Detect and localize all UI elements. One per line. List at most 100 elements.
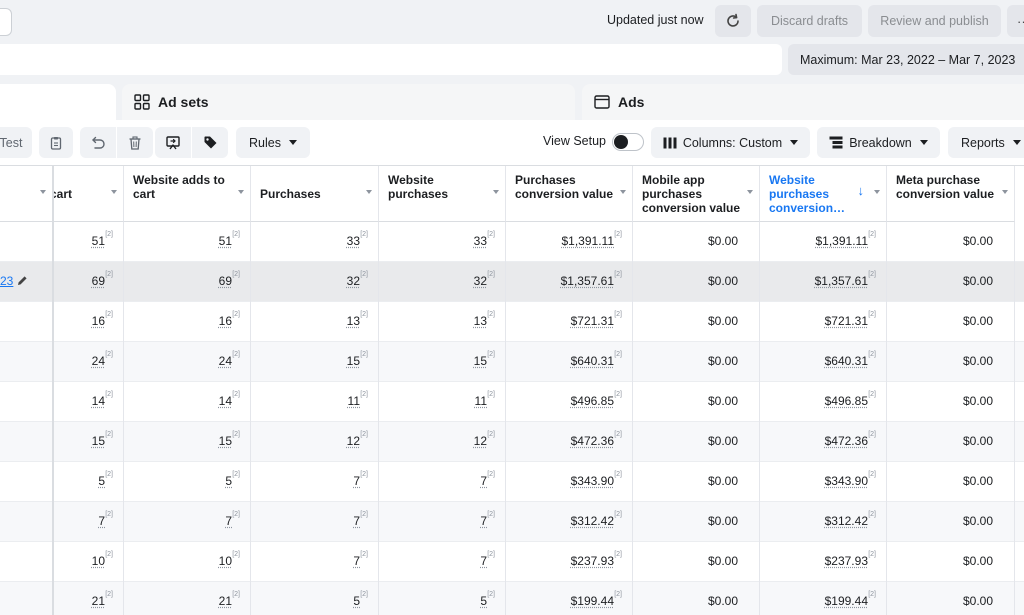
column-header-name[interactable] [0, 166, 54, 222]
table-row[interactable]: 15 [2] 15 [2] 12 [2] 12 [2] $472.36 [2] $0.00 $472.… [0, 422, 1024, 462]
footnote-marker[interactable]: [2] [360, 471, 368, 478]
row-name-cell[interactable] [0, 382, 54, 422]
footnote-marker[interactable]: [2] [105, 311, 113, 318]
chevron-down-icon[interactable] [874, 190, 880, 194]
footnote-marker[interactable]: [2] [232, 551, 240, 558]
row-name-cell[interactable] [0, 302, 54, 342]
footnote-marker[interactable]: [2] [360, 391, 368, 398]
table-row[interactable]: 7 [2] 7 [2] 7 [2] 7 [2] $312.42 [2] $0.00 $312.42 [2… [0, 502, 1024, 542]
footnote-marker[interactable]: [2] [868, 511, 876, 518]
footnote-marker[interactable]: [2] [487, 471, 495, 478]
reports-dropdown[interactable]: Reports [948, 127, 1024, 158]
chevron-down-icon[interactable] [111, 190, 117, 194]
footnote-marker[interactable]: [2] [105, 271, 113, 278]
footnote-marker[interactable]: [2] [105, 351, 113, 358]
footnote-marker[interactable]: [2] [614, 551, 622, 558]
footnote-marker[interactable]: [2] [360, 551, 368, 558]
footnote-marker[interactable]: [2] [360, 271, 368, 278]
table-row[interactable]: 10 [2] 10 [2] 7 [2] 7 [2] $237.93 [2] $0.00 $237.93… [0, 542, 1024, 582]
footnote-marker[interactable]: [2] [868, 351, 876, 358]
chevron-down-icon[interactable] [493, 190, 499, 194]
footnote-marker[interactable]: [2] [614, 311, 622, 318]
table-row[interactable]: 21 [2] 21 [2] 5 [2] 5 [2] $199.44 [2] $0.00 $199.44… [0, 582, 1024, 615]
footnote-marker[interactable]: [2] [232, 231, 240, 238]
row-name-cell[interactable] [0, 542, 54, 582]
footnote-marker[interactable]: [2] [487, 351, 495, 358]
table-row[interactable]: 23 69 [2] 69 [2] 32 [2] 32 [2] $1,357.61 [2] $0.00 $… [0, 262, 1024, 302]
footnote-marker[interactable]: [2] [232, 471, 240, 478]
column-header-mobile-app-purchases-conversion-value[interactable]: Mobile app purchases conversion value [633, 166, 760, 222]
footnote-marker[interactable]: [2] [614, 431, 622, 438]
review-and-publish-button[interactable]: Review and publish [868, 5, 1001, 37]
table-row[interactable]: 24 [2] 24 [2] 15 [2] 15 [2] $640.31 [2] $0.00 $640.… [0, 342, 1024, 382]
row-name-cell[interactable] [0, 582, 54, 615]
column-header-cart[interactable]: cart [54, 166, 124, 222]
footnote-marker[interactable]: [2] [360, 311, 368, 318]
column-header-website-purchases[interactable]: Website purchases [379, 166, 506, 222]
footnote-marker[interactable]: [2] [105, 511, 113, 518]
footnote-marker[interactable]: [2] [360, 231, 368, 238]
tab-ad-sets[interactable]: Ad sets [122, 84, 575, 120]
tab-campaigns[interactable] [0, 84, 116, 120]
row-name-cell[interactable] [0, 422, 54, 462]
tab-ads[interactable]: Ads [582, 84, 1024, 120]
undo-button[interactable] [80, 127, 116, 158]
date-range-picker[interactable]: Maximum: Mar 23, 2022 – Mar 7, 2023 ▼ [788, 44, 1024, 75]
refresh-button[interactable] [715, 5, 751, 37]
footnote-marker[interactable]: [2] [487, 511, 495, 518]
chevron-down-icon[interactable] [238, 190, 244, 194]
footnote-marker[interactable]: [2] [487, 231, 495, 238]
footnote-marker[interactable]: [2] [614, 351, 622, 358]
footnote-marker[interactable]: [2] [232, 591, 240, 598]
footnote-marker[interactable]: [2] [232, 311, 240, 318]
footnote-marker[interactable]: [2] [105, 391, 113, 398]
footnote-marker[interactable]: [2] [105, 591, 113, 598]
filter-search-bar[interactable] [0, 44, 782, 75]
footnote-marker[interactable]: [2] [614, 391, 622, 398]
column-header-website-purchases-conversion-value[interactable]: Website purchases conversion… ↓ [760, 166, 887, 222]
footnote-marker[interactable]: [2] [105, 431, 113, 438]
footnote-marker[interactable]: [2] [614, 231, 622, 238]
export-button[interactable] [155, 127, 191, 158]
table-row[interactable]: 16 [2] 16 [2] 13 [2] 13 [2] $721.31 [2] $0.00 $721.… [0, 302, 1024, 342]
footnote-marker[interactable]: [2] [487, 591, 495, 598]
column-header-purchases-conversion-value[interactable]: Purchases conversion value [506, 166, 633, 222]
footnote-marker[interactable]: [2] [232, 391, 240, 398]
footnote-marker[interactable]: [2] [487, 391, 495, 398]
footnote-marker[interactable]: [2] [360, 351, 368, 358]
footnote-marker[interactable]: [2] [232, 511, 240, 518]
tag-button[interactable] [192, 127, 228, 158]
footnote-marker[interactable]: [2] [614, 591, 622, 598]
row-name-link[interactable]: 23 [0, 274, 13, 288]
footnote-marker[interactable]: [2] [614, 271, 622, 278]
footnote-marker[interactable]: [2] [487, 271, 495, 278]
campaign-search-input[interactable] [0, 8, 12, 36]
footnote-marker[interactable]: [2] [868, 311, 876, 318]
duplicate-button[interactable] [39, 127, 73, 158]
discard-drafts-button[interactable]: Discard drafts [757, 5, 862, 37]
row-name-cell[interactable]: 23 [0, 262, 54, 302]
footnote-marker[interactable]: [2] [487, 311, 495, 318]
row-name-cell[interactable] [0, 222, 54, 262]
rules-dropdown[interactable]: Rules [236, 127, 310, 158]
table-row[interactable]: 14 [2] 14 [2] 11 [2] 11 [2] $496.85 [2] $0.00 $496.… [0, 382, 1024, 422]
footnote-marker[interactable]: [2] [868, 431, 876, 438]
column-header-website-adds-to-cart[interactable]: Website adds to cart [124, 166, 251, 222]
footnote-marker[interactable]: [2] [868, 271, 876, 278]
row-name-cell[interactable] [0, 502, 54, 542]
footnote-marker[interactable]: [2] [487, 551, 495, 558]
row-name-cell[interactable] [0, 462, 54, 502]
sort-descending-icon[interactable]: ↓ [858, 184, 865, 198]
footnote-marker[interactable]: [2] [232, 431, 240, 438]
footnote-marker[interactable]: [2] [868, 471, 876, 478]
footnote-marker[interactable]: [2] [105, 551, 113, 558]
column-header-meta-purchase-conversion-value[interactable]: Meta purchase conversion value [887, 166, 1015, 222]
table-row[interactable]: 5 [2] 5 [2] 7 [2] 7 [2] $343.90 [2] $0.00 $343.90 [2… [0, 462, 1024, 502]
chevron-down-icon[interactable] [1002, 190, 1008, 194]
footnote-marker[interactable]: [2] [232, 351, 240, 358]
more-options-button[interactable]: ·· [1007, 5, 1024, 37]
footnote-marker[interactable]: [2] [360, 431, 368, 438]
chevron-down-icon[interactable] [747, 190, 753, 194]
footnote-marker[interactable]: [2] [232, 271, 240, 278]
footnote-marker[interactable]: [2] [614, 511, 622, 518]
